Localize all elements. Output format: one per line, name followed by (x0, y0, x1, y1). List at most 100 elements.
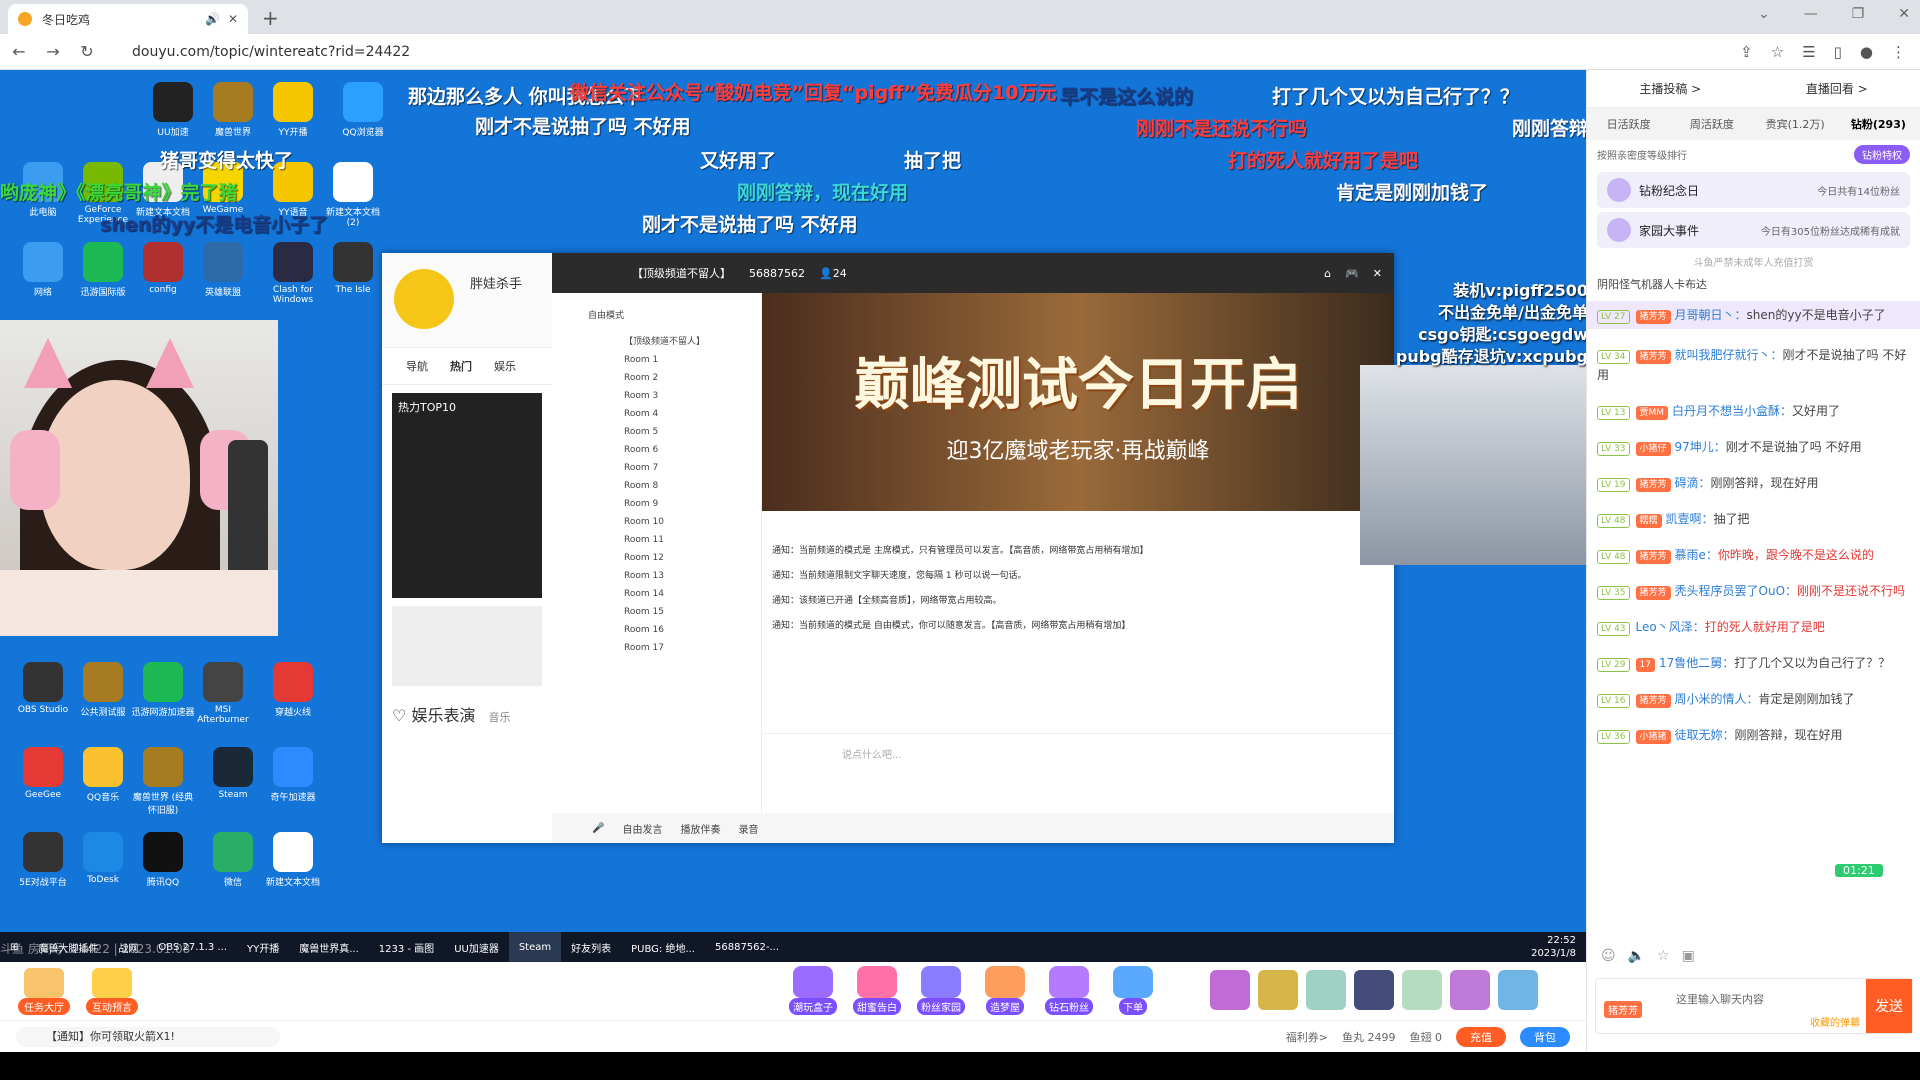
room-item[interactable]: Room 14 (588, 585, 761, 603)
play-accompaniment[interactable]: 播放伴奏 (680, 821, 720, 836)
desktop-icon[interactable]: 迅游国际版 (70, 242, 136, 298)
room-item[interactable]: Room 6 (588, 441, 761, 459)
room-item[interactable]: Room 11 (588, 531, 761, 549)
yy-chat-input[interactable]: 说点什么吧... (762, 733, 1394, 773)
url-text[interactable]: douyu.com/topic/wintereatc?rid=24422 (132, 44, 410, 60)
chat-username[interactable]: 月哥朝日丶： (1675, 308, 1747, 322)
fan-medal[interactable]: 小猪仔 (1635, 442, 1671, 456)
mode-label[interactable]: 自由模式 (552, 307, 624, 325)
hot-top10[interactable]: 热力TOP10 (392, 393, 542, 598)
menu-icon[interactable]: ⋮ (1891, 43, 1906, 61)
taskbar-item[interactable]: 1233 - 画图 (369, 932, 444, 962)
gift-button[interactable]: 下单 (1104, 966, 1162, 1015)
saved-danmu-button[interactable]: 收藏的弹幕 (1810, 1014, 1860, 1029)
chat-username[interactable]: Leo丶风泽： (1636, 620, 1705, 634)
tab-weekly[interactable]: 周活跃度 (1670, 116, 1753, 132)
fan-medal[interactable]: 猪芳芳 (1635, 550, 1671, 564)
gift-button[interactable]: 钻石粉丝 (1040, 966, 1098, 1015)
gift-thumb[interactable] (1354, 970, 1394, 1010)
reading-list-icon[interactable]: ☰ (1802, 43, 1815, 61)
tab-daily[interactable]: 日活跃度 (1587, 116, 1670, 132)
room-item[interactable]: Room 1 (588, 351, 761, 369)
task-hall-button[interactable]: 任务大厅 (16, 968, 72, 1015)
rank-row-user[interactable]: 阴阳怪气机器人卡布达 (1597, 278, 1707, 291)
notice-text[interactable]: 【通知】你可领取火箭X1! (16, 1027, 280, 1047)
chat-username[interactable]: 白丹月不想当小盒酥： (1672, 404, 1792, 418)
room-item[interactable]: Room 2 (588, 369, 761, 387)
chat-username[interactable]: 凯壹啊： (1666, 512, 1714, 526)
gift-button[interactable]: 潮玩盒子 (784, 966, 842, 1015)
fan-medal[interactable]: 17 (1635, 658, 1655, 672)
fan-medal[interactable]: 猪芳芳 (1635, 310, 1671, 324)
free-speak[interactable]: 自由发言 (622, 821, 662, 836)
speaker-icon[interactable]: 🔊 (205, 12, 220, 26)
desktop-icon[interactable]: ToDesk (70, 832, 136, 885)
taskbar-item[interactable]: 好友列表 (561, 932, 621, 962)
back-icon[interactable]: ← (4, 42, 34, 61)
fan-medal[interactable]: 猪芳芳 (1635, 586, 1671, 600)
desktop-icon[interactable]: 魔兽世界 (经典怀旧服) (130, 747, 196, 816)
chat-input[interactable]: 这里输入聊天内容 (1676, 991, 1764, 1007)
desktop-icon[interactable]: 微信 (200, 832, 266, 888)
diamond-privilege-button[interactable]: 钻粉特权 (1854, 144, 1910, 164)
desktop-icon[interactable]: YY开播 (260, 82, 326, 138)
chat-username[interactable]: 徒取无妳： (1675, 728, 1735, 742)
taskbar-item[interactable]: 56887562-... (705, 932, 789, 962)
desktop-icon[interactable]: 新建文本文档 (2) (320, 162, 386, 228)
gamepad-icon[interactable]: 🎮 (1345, 267, 1359, 280)
thumb[interactable] (392, 606, 542, 686)
chat-username[interactable]: 17鲁他二舅： (1659, 656, 1734, 670)
room-item[interactable]: Room 17 (588, 639, 761, 657)
fan-medal[interactable]: 小猪猪 (1635, 730, 1671, 744)
gift-thumb[interactable] (1306, 970, 1346, 1010)
room-item[interactable]: Room 15 (588, 603, 761, 621)
desktop-icon[interactable]: 公共测试服 (70, 662, 136, 718)
record[interactable]: 录音 (738, 821, 758, 836)
desktop-icon[interactable]: 新建文本文档 (260, 832, 326, 888)
replay-link[interactable]: 直播回看 > (1806, 80, 1868, 97)
share-icon[interactable]: ⇪ (1740, 43, 1753, 61)
reload-icon[interactable]: ↻ (72, 42, 102, 61)
gift-button[interactable]: 粉丝家园 (912, 966, 970, 1015)
treasure-timer[interactable]: 01:21 (1835, 864, 1883, 877)
room-item[interactable]: Room 10 (588, 513, 761, 531)
fan-medal[interactable]: 猪芳芳 (1635, 694, 1671, 708)
desktop-icon[interactable]: 腾讯QQ (130, 832, 196, 888)
room-item[interactable]: Room 9 (588, 495, 761, 513)
yy-ad-banner[interactable]: 巅峰测试今日开启 迎3亿魔域老玩家·再战巅峰 (762, 293, 1394, 511)
desktop-icon[interactable]: UU加速 (140, 82, 206, 138)
chat-username[interactable]: 碍滴： (1675, 476, 1711, 490)
chat-username[interactable]: 慕雨e： (1675, 548, 1718, 562)
chat-username[interactable]: 周小米的情人： (1675, 692, 1759, 706)
predict-button[interactable]: 互动预言 (84, 968, 140, 1015)
category-label[interactable]: 娱乐表演 (411, 706, 475, 725)
gift-thumb[interactable] (1450, 970, 1490, 1010)
desktop-icon[interactable]: The Isle (320, 242, 386, 295)
star-icon[interactable]: ☆ (1657, 948, 1670, 964)
chat-username[interactable]: 就叫我肥仔就行丶： (1675, 348, 1783, 362)
room-item[interactable]: Room 5 (588, 423, 761, 441)
room-item[interactable]: Room 4 (588, 405, 761, 423)
gift-button[interactable]: 造梦屋 (976, 966, 1034, 1015)
tab-vip[interactable]: 贵宾(1.2万) (1754, 116, 1837, 132)
gift-button[interactable]: 甜蜜告白 (848, 966, 906, 1015)
browser-tab[interactable]: 冬日吃鸡 🔊 ✕ (8, 4, 248, 34)
welfare-link[interactable]: 福利券> (1286, 1029, 1328, 1045)
tab-hot[interactable]: 热门 (450, 358, 472, 374)
chevron-down-icon[interactable]: ⌄ (1758, 6, 1770, 22)
home-icon[interactable]: ⌂ (1324, 267, 1331, 280)
fan-medal[interactable]: 猪芳芳 (1635, 478, 1671, 492)
taskbar-item[interactable]: Steam (508, 932, 562, 962)
room-item[interactable]: Room 13 (588, 567, 761, 585)
taskbar-item[interactable]: PUBG: 绝地... (621, 932, 705, 962)
taskbar-item[interactable]: 魔兽世界真... (289, 932, 369, 962)
desktop-icon[interactable]: Clash for Windows (260, 242, 326, 305)
fan-medal[interactable]: 贾MM (1635, 406, 1669, 420)
desktop-icon[interactable]: MSI Afterburner (190, 662, 256, 725)
desktop-icon[interactable]: 网络 (10, 242, 76, 298)
desktop-icon[interactable]: 迅游网游加速器 (130, 662, 196, 718)
stream-player[interactable]: UU加速 魔兽世界 YY开播 QQ浏览器 此电脑 GeForce Experience 新建… (0, 70, 1586, 962)
tab-diamond[interactable]: 钻粉(293) (1837, 116, 1920, 132)
emoji-icon[interactable]: ☺ (1601, 948, 1616, 964)
minimize-icon[interactable]: — (1804, 6, 1818, 22)
